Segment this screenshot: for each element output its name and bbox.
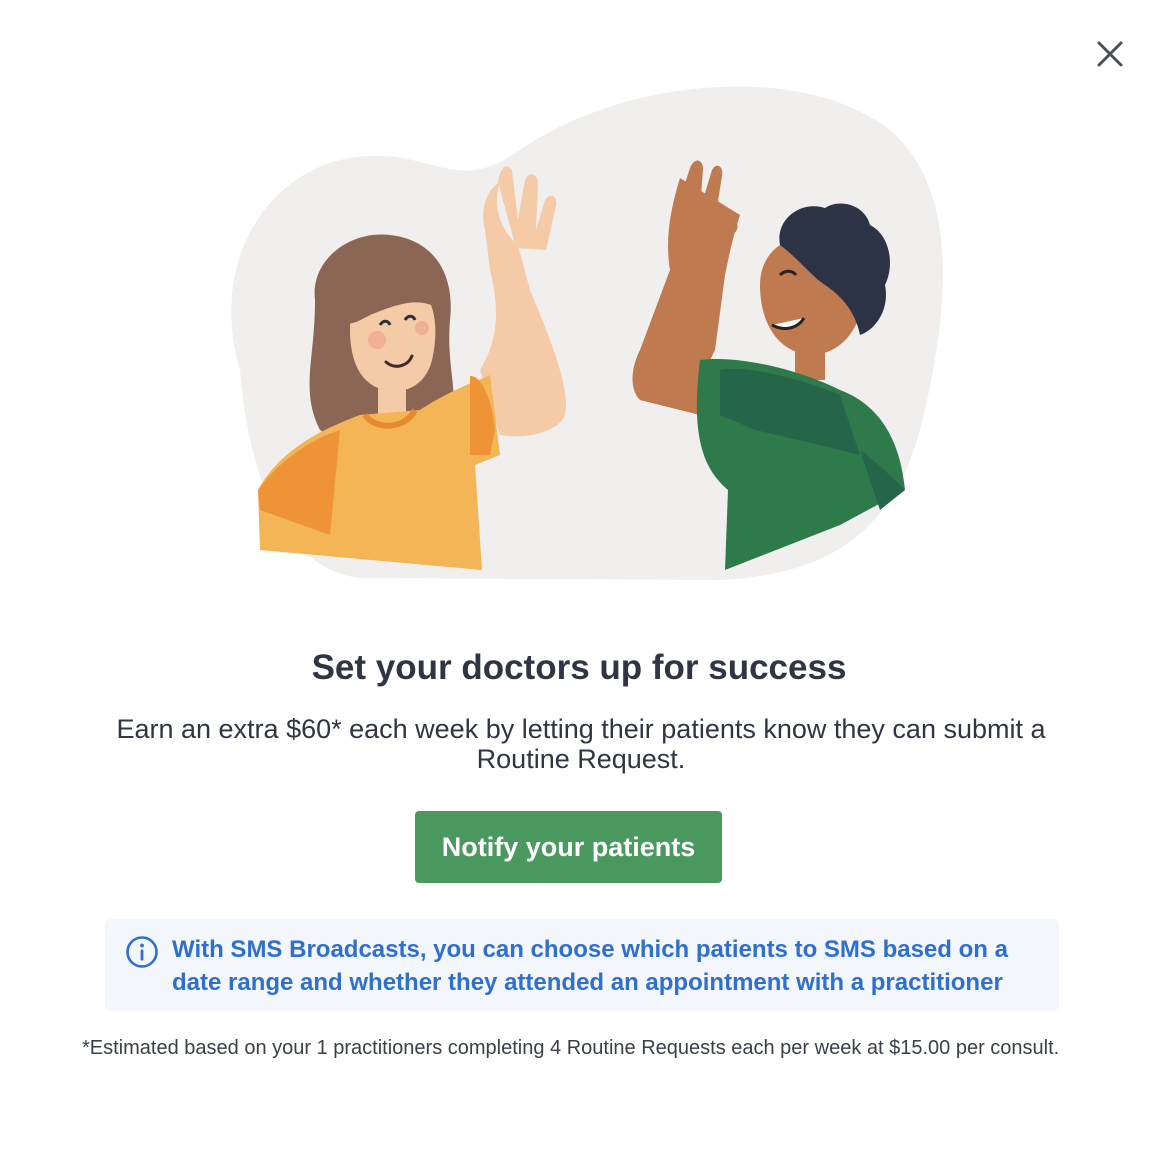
estimate-footnote: *Estimated based on your 1 practitioners…: [82, 1037, 1060, 1059]
modal-title: Set your doctors up for success: [311, 648, 847, 687]
high-five-illustration: [231, 86, 943, 580]
notify-patients-button[interactable]: Notify your patients: [415, 811, 722, 883]
modal-subtitle: Earn an extra $60* each week by letting …: [116, 714, 1046, 774]
info-text: With SMS Broadcasts, you can choose whic…: [172, 936, 1008, 996]
close-button[interactable]: [1090, 34, 1130, 74]
info-icon: [126, 936, 158, 968]
close-icon: [1097, 41, 1123, 67]
info-callout: With SMS Broadcasts, you can choose whic…: [105, 919, 1059, 1011]
